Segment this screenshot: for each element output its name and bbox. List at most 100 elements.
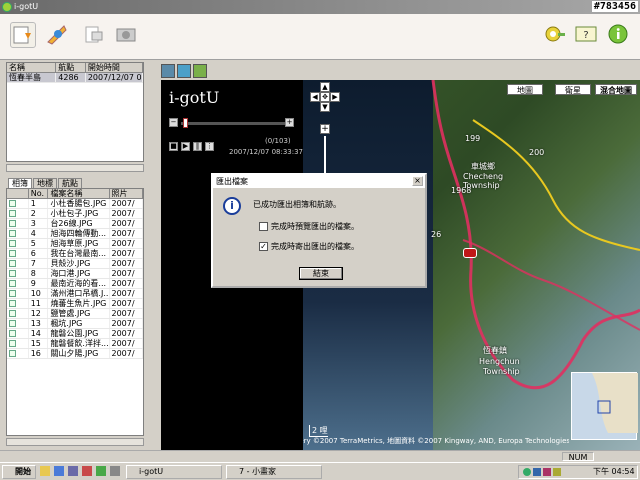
photo-no: 10	[29, 289, 49, 298]
col-start[interactable]: 開始時間	[86, 63, 143, 72]
photo-row[interactable]: 14 龍磐公園.JPG 2007/	[7, 329, 143, 339]
timeline-track[interactable]	[181, 122, 285, 125]
photo-checkbox[interactable]	[7, 339, 29, 348]
preview-checkbox[interactable]	[259, 222, 268, 231]
info-icon[interactable]	[606, 22, 632, 48]
car-marker-icon[interactable]	[463, 248, 477, 258]
app-shortcut-icon[interactable]	[110, 466, 120, 476]
photo-row[interactable]: 6 我在台灣最南... 2007/	[7, 249, 143, 259]
overview-map[interactable]	[571, 372, 638, 440]
photo-add-icon[interactable]	[82, 22, 108, 48]
photo-row[interactable]: 3 台26線.JPG 2007/	[7, 219, 143, 229]
window-title-bar[interactable]: i-gotU	[0, 0, 640, 14]
col-no[interactable]: No.	[29, 189, 49, 198]
send-checkbox[interactable]: ✓	[259, 242, 268, 251]
folder-icon[interactable]	[40, 466, 50, 476]
app-shortcut-icon[interactable]	[82, 466, 92, 476]
clock[interactable]: 下午 04:54	[593, 467, 635, 477]
tray-icon[interactable]	[543, 468, 551, 476]
track-row[interactable]: 恆春半島 4286 2007/12/07 08:33	[7, 73, 143, 83]
photo-checkbox[interactable]	[7, 229, 29, 238]
photo-checkbox[interactable]	[7, 299, 29, 308]
import-icon[interactable]	[10, 22, 36, 48]
pan-left-icon[interactable]: ◀	[310, 92, 320, 102]
photo-list-hscroll[interactable]	[6, 438, 144, 446]
media-icon[interactable]	[68, 466, 78, 476]
photo-row[interactable]: 5 旭海草原.JPG 2007/	[7, 239, 143, 249]
photo-checkbox[interactable]	[7, 269, 29, 278]
photo-row[interactable]: 7 貝殼沙.JPG 2007/	[7, 259, 143, 269]
col-filename[interactable]: 檔案名稱	[48, 189, 110, 198]
photo-row[interactable]: 15 龍磐餐飲.洋拌... 2007/	[7, 339, 143, 349]
map-tab-satellite[interactable]: 衛星	[555, 84, 591, 95]
photo-row[interactable]: 9 最南近海的看... 2007/	[7, 279, 143, 289]
options-button[interactable]: ⋮	[205, 142, 214, 151]
photo-row[interactable]: 8 海口港.JPG 2007/	[7, 269, 143, 279]
photo-checkbox[interactable]	[7, 309, 29, 318]
taskbar-item-paint[interactable]: 7 - 小畫家	[226, 465, 322, 479]
export-icon[interactable]	[44, 22, 70, 48]
dialog-title[interactable]: 匯出檔案	[213, 175, 425, 188]
option-send[interactable]: ✓ 完成時寄出匯出的檔案。	[259, 241, 359, 252]
tray-icon[interactable]	[533, 468, 541, 476]
pan-down-icon[interactable]: ▼	[320, 102, 330, 112]
toolbar: ?	[0, 14, 640, 60]
photo-checkbox[interactable]	[7, 289, 29, 298]
col-points[interactable]: 航點	[56, 63, 86, 72]
app-shortcut-icon[interactable]	[96, 466, 106, 476]
car-view-icon[interactable]	[193, 64, 207, 78]
photo-checkbox[interactable]	[7, 259, 29, 268]
photo-checkbox[interactable]	[7, 279, 29, 288]
photo-row[interactable]: 12 鹽管處.JPG 2007/	[7, 309, 143, 319]
photo-row[interactable]: 13 楓坑.JPG 2007/	[7, 319, 143, 329]
photo-list[interactable]: No. 檔案名稱 照片 1 小杜香腸包.JPG 2007/2 小杜包子.JPG 2007…	[6, 188, 144, 436]
option-preview[interactable]: 完成時預覽匯出的檔案。	[259, 221, 359, 232]
tab-landmark[interactable]: 地標	[33, 178, 57, 188]
photo-filename: 滿州港口吊橋.J...	[50, 289, 110, 298]
photo-checkbox[interactable]	[7, 199, 29, 208]
tab-waypoint[interactable]: 航點	[58, 178, 82, 188]
tab-album[interactable]: 相簿	[8, 178, 32, 188]
photo-checkbox[interactable]	[7, 349, 29, 358]
photo-checkbox[interactable]	[7, 249, 29, 258]
pan-right-icon[interactable]: ▶	[330, 92, 340, 102]
photo-checkbox[interactable]	[7, 239, 29, 248]
play-button[interactable]: ▶	[181, 142, 190, 151]
settings-icon[interactable]	[542, 22, 568, 48]
photo-row[interactable]: 16 關山夕陽.JPG 2007/	[7, 349, 143, 359]
photo-row[interactable]: 1 小杜香腸包.JPG 2007/	[7, 199, 143, 209]
col-photo-date[interactable]: 照片	[110, 189, 143, 198]
track-list-hscroll[interactable]	[6, 164, 144, 172]
pause-button[interactable]: ‖	[193, 142, 202, 151]
photo-checkbox[interactable]	[7, 219, 29, 228]
track-list[interactable]: 名稱 航點 開始時間 恆春半島 4286 2007/12/07 08:33	[6, 62, 144, 162]
help-icon[interactable]: ?	[574, 22, 600, 48]
taskbar-item-igotu[interactable]: i-gotU	[126, 465, 222, 479]
browser-icon[interactable]	[54, 466, 64, 476]
pan-center-icon[interactable]: ✥	[320, 92, 330, 102]
map-zoom-in-icon[interactable]: +	[320, 124, 330, 134]
sky-view-icon[interactable]	[177, 64, 191, 78]
photo-checkbox[interactable]	[7, 329, 29, 338]
photo-checkbox[interactable]	[7, 319, 29, 328]
pan-up-icon[interactable]: ▲	[320, 82, 330, 92]
close-icon[interactable]: ×	[412, 176, 423, 186]
camera-icon[interactable]	[114, 22, 140, 48]
map-tab-hybrid[interactable]: 混合地圖	[595, 84, 637, 95]
photo-row[interactable]: 10 滿州港口吊橋.J... 2007/	[7, 289, 143, 299]
tray-icon[interactable]	[553, 468, 561, 476]
photo-row[interactable]: 2 小杜包子.JPG 2007/	[7, 209, 143, 219]
globe-view-icon[interactable]	[161, 64, 175, 78]
timeline-slider[interactable]	[183, 118, 188, 128]
tray-icon[interactable]	[523, 468, 531, 476]
photo-checkbox[interactable]	[7, 209, 29, 218]
col-name[interactable]: 名稱	[7, 63, 57, 72]
zoom-in-button[interactable]: +	[285, 118, 294, 127]
map-tab-map[interactable]: 地圖	[507, 84, 543, 95]
photo-row[interactable]: 11 燒蕃生魚片.JPG 2007/	[7, 299, 143, 309]
finish-button[interactable]: 結束	[299, 267, 343, 280]
photo-row[interactable]: 4 旭海四輪傳動... 2007/	[7, 229, 143, 239]
stop-button[interactable]: ■	[169, 142, 178, 151]
zoom-out-button[interactable]: −	[169, 118, 178, 127]
start-button[interactable]: 開始	[2, 465, 36, 479]
